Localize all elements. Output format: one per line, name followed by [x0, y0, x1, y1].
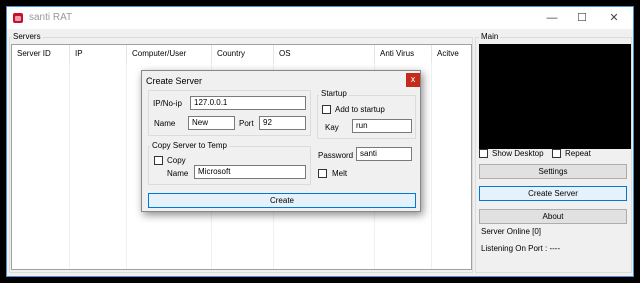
repeat-checkbox[interactable] [552, 149, 561, 158]
port-label: Port [239, 119, 254, 128]
server-online-status: Server Online [0] [481, 227, 542, 236]
port-input[interactable]: 92 [259, 116, 306, 130]
create-server-button[interactable]: Create Server [479, 186, 627, 201]
copy-group-label: Copy Server to Temp [150, 141, 229, 150]
kay-label: Kay [325, 123, 339, 132]
melt-label: Melt [332, 169, 348, 178]
about-button[interactable]: About [479, 209, 627, 224]
startup-group-label: Startup [319, 89, 349, 98]
servers-label: Servers [11, 32, 43, 41]
column-computer-user[interactable]: Computer/User [127, 45, 212, 63]
password-label: Password [318, 151, 354, 160]
column-os[interactable]: OS [274, 45, 375, 63]
column-divider [126, 63, 127, 269]
column-country[interactable]: Country [212, 45, 274, 63]
copy-name-input[interactable]: Microsoft [194, 165, 306, 179]
add-to-startup-checkbox[interactable] [322, 105, 331, 114]
minimize-button[interactable]: — [537, 7, 567, 29]
create-server-dialog: Create Server x IP/No-ip 127.0.0.1 Name … [141, 70, 421, 212]
show-desktop-checkbox[interactable] [479, 149, 488, 158]
column-server-id[interactable]: Server ID [12, 45, 70, 63]
column-ip[interactable]: IP [70, 45, 127, 63]
ip-label: IP/No-ip [153, 99, 182, 108]
main-label: Main [479, 32, 501, 41]
column-active[interactable]: Acitve [432, 45, 471, 63]
name-label: Name [154, 119, 176, 128]
column-divider [431, 63, 432, 269]
copy-name-label: Name [167, 169, 189, 178]
dialog-title: Create Server [146, 76, 203, 86]
copy-label: Copy [167, 156, 186, 165]
name-input[interactable]: New [188, 116, 235, 130]
password-input[interactable]: santi [356, 147, 412, 161]
add-to-startup-label: Add to startup [335, 105, 385, 114]
ip-input[interactable]: 127.0.0.1 [190, 96, 306, 110]
settings-button[interactable]: Settings [479, 164, 627, 179]
close-button[interactable]: ✕ [599, 7, 629, 29]
column-anti-virus[interactable]: Anti Virus [375, 45, 432, 63]
show-desktop-label: Show Desktop [492, 149, 544, 158]
maximize-button[interactable]: ☐ [567, 7, 597, 29]
window-title: santi RAT [29, 12, 73, 23]
dialog-close-button[interactable]: x [406, 73, 420, 87]
title-bar[interactable]: santi RAT — ☐ ✕ [7, 7, 633, 29]
repeat-label: Repeat [565, 149, 591, 158]
melt-checkbox[interactable] [318, 169, 327, 178]
app-icon [13, 13, 23, 23]
kay-input[interactable]: run [352, 119, 412, 133]
create-button[interactable]: Create [148, 193, 416, 208]
copy-checkbox[interactable] [154, 156, 163, 165]
listening-port-status: Listening On Port : ---- [481, 244, 561, 253]
desktop-preview [479, 44, 631, 149]
column-divider [69, 63, 70, 269]
